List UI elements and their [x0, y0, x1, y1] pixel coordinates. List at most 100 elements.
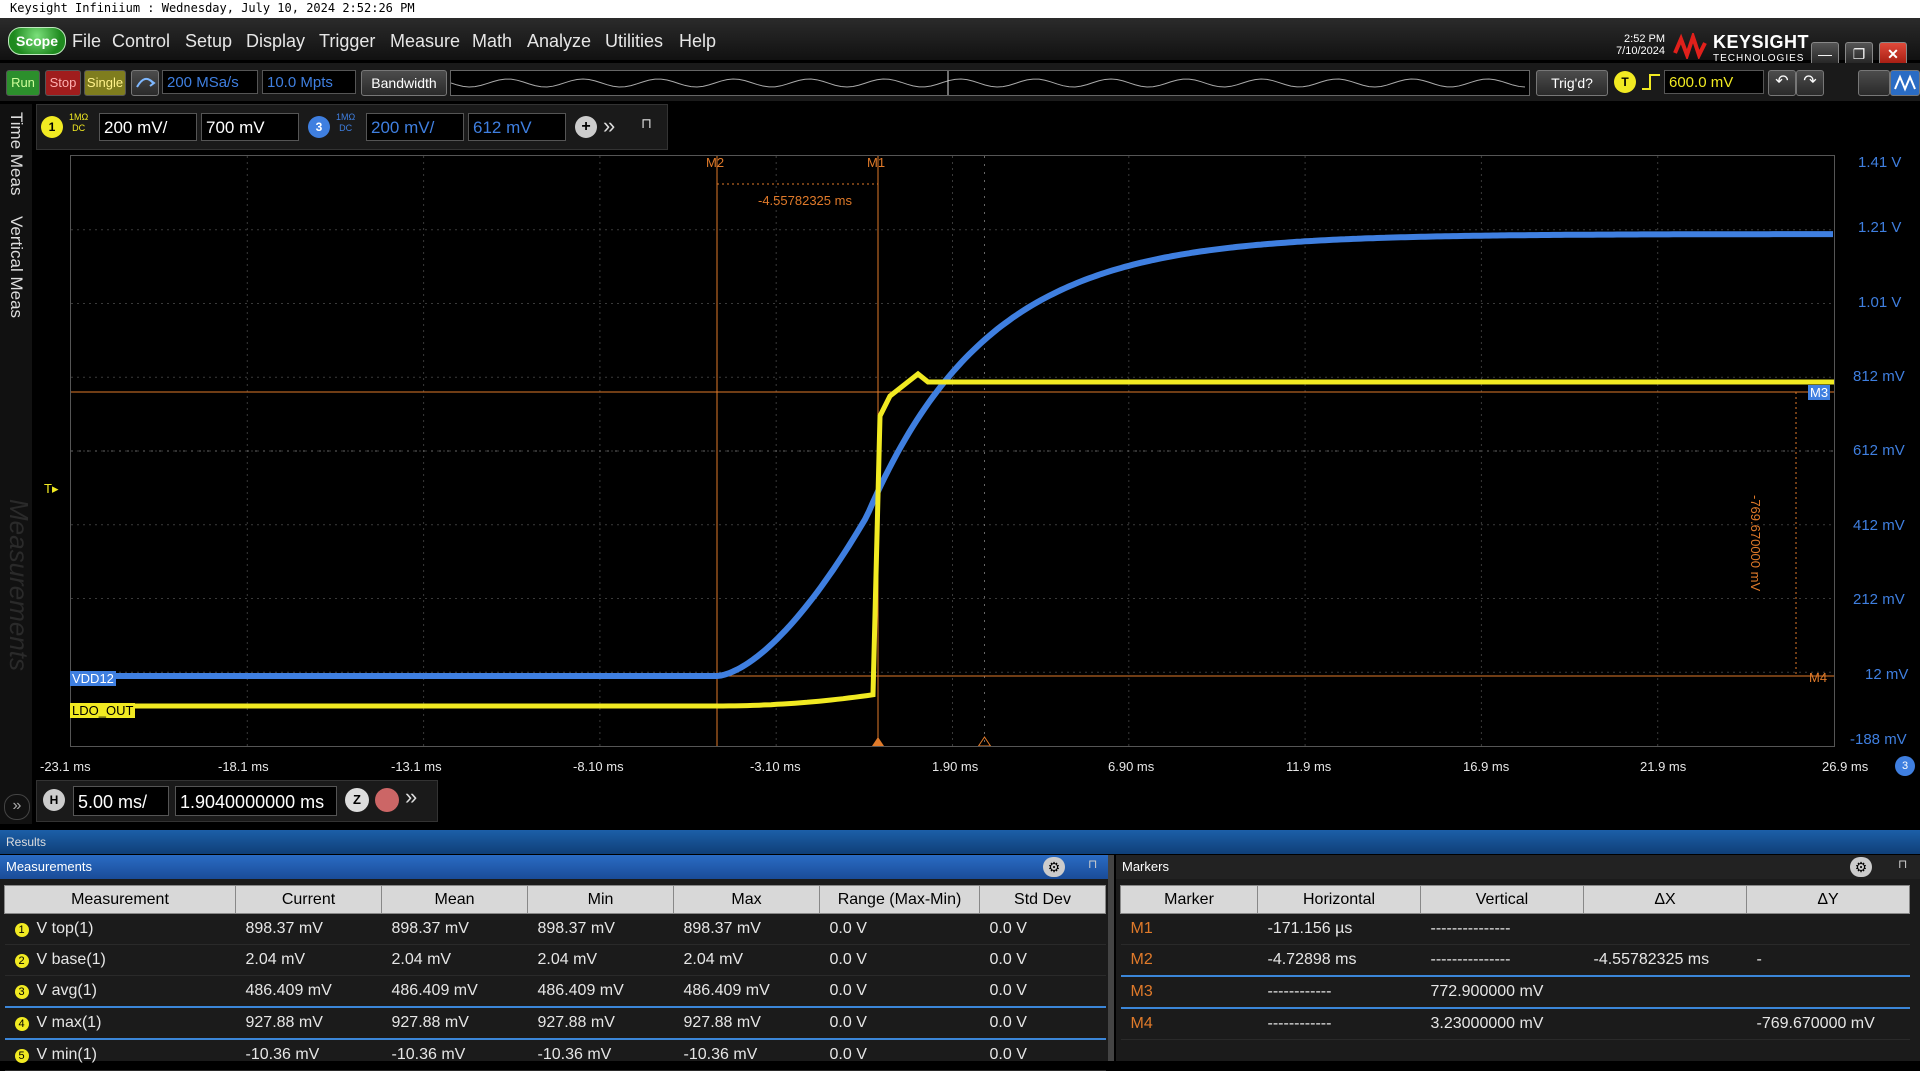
- memory-depth-field[interactable]: 10.0 Mpts: [262, 70, 356, 94]
- col-vertical[interactable]: Vertical: [1420, 885, 1584, 914]
- channel-3-offset-field[interactable]: 612 mV: [468, 113, 566, 141]
- waveform-icon[interactable]: [1890, 70, 1920, 96]
- markers-title: Markers: [1116, 855, 1920, 879]
- channel-1-offset-field[interactable]: 700 mV: [201, 113, 299, 141]
- markers-pin-icon[interactable]: ⊓: [1898, 857, 1907, 871]
- scope-logo-button[interactable]: Scope: [8, 27, 66, 55]
- measurement-range-cell: 0.0 V: [819, 1039, 980, 1071]
- marker-row[interactable]: M3 ------------ 772.900000 mV: [1120, 975, 1910, 1009]
- undo-icon[interactable]: ↶: [1768, 70, 1796, 96]
- zoom-icon[interactable]: Z: [345, 788, 369, 812]
- delta-y-readout: -769.670000 mV: [1748, 495, 1763, 592]
- menu-display[interactable]: Display: [246, 31, 305, 52]
- run-button[interactable]: Run: [6, 70, 40, 96]
- marker-m4-label[interactable]: M4: [1809, 670, 1827, 685]
- channel-1-badge[interactable]: 1: [41, 116, 63, 138]
- stop-button[interactable]: Stop: [45, 70, 81, 96]
- single-button[interactable]: Single: [84, 70, 126, 96]
- ldo-out-channel-label[interactable]: LDO_OUT: [70, 703, 136, 718]
- menu-analyze[interactable]: Analyze: [527, 31, 591, 52]
- measurement-name: V max(1): [36, 1014, 102, 1031]
- menu-trigger[interactable]: Trigger: [319, 31, 375, 52]
- col-min[interactable]: Min: [527, 885, 674, 914]
- horizontal-badge[interactable]: H: [43, 789, 65, 811]
- measurement-name-cell: 1 V top(1): [4, 913, 236, 945]
- measurement-row[interactable]: 1V top(1) 898.37 mV 898.37 mV 898.37 mV 898.…: [4, 913, 1106, 945]
- col-range[interactable]: Range (Max-Min): [819, 885, 980, 914]
- measurement-row[interactable]: 4V max(1) 927.88 mV 927.88 mV 927.88 mV 927.…: [4, 1006, 1106, 1040]
- tab-vertical-meas[interactable]: Vertical Meas: [6, 216, 26, 318]
- results-splitter[interactable]: [1108, 855, 1114, 1061]
- auto-scale-icon[interactable]: [131, 70, 159, 96]
- pin-icon[interactable]: ⊓: [641, 115, 652, 132]
- channel-1-coupling-mode: DC: [72, 123, 86, 133]
- marker-row[interactable]: M2 -4.72898 ms --------------- -4.55782325 …: [1120, 944, 1910, 977]
- menu-control[interactable]: Control: [112, 31, 170, 52]
- col-mean[interactable]: Mean: [381, 885, 528, 914]
- channel-3-badge[interactable]: 3: [308, 116, 330, 138]
- measurement-range-cell: 0.0 V: [819, 975, 980, 1008]
- waveform-overview[interactable]: [450, 70, 1530, 96]
- trigger-badge[interactable]: T: [1614, 71, 1636, 93]
- marker-name-cell: M4: [1120, 1008, 1258, 1040]
- col-horizontal[interactable]: Horizontal: [1257, 885, 1421, 914]
- clock-time: 2:52 PM: [1624, 33, 1665, 45]
- trigger-level-field[interactable]: 600.0 mV: [1664, 70, 1764, 94]
- trigger-status-button[interactable]: Trig'd?: [1536, 70, 1608, 96]
- col-delta-y[interactable]: ΔY: [1746, 885, 1910, 914]
- trigger-level-marker[interactable]: T▸: [44, 481, 58, 497]
- time-position-field[interactable]: 1.9040000000 ms: [175, 786, 337, 816]
- trigger-marker-text: T: [44, 481, 52, 496]
- results-header[interactable]: Results: [0, 830, 1920, 854]
- more-horizontal-icon[interactable]: »: [405, 784, 417, 810]
- redo-icon[interactable]: ↷: [1796, 70, 1824, 96]
- menu-measure[interactable]: Measure: [390, 31, 460, 52]
- window-mode-icon[interactable]: [1858, 70, 1890, 96]
- menu-setup[interactable]: Setup: [185, 31, 232, 52]
- channel-3-axis-badge[interactable]: 3: [1895, 756, 1915, 776]
- measurement-row[interactable]: 3V avg(1) 486.409 mV 486.409 mV 486.409 mV 4…: [4, 975, 1106, 1008]
- marker-m3-label[interactable]: M3: [1808, 385, 1831, 400]
- control-toolbar: Run Stop Single 200 MSa/s 10.0 Mpts Band…: [0, 63, 1920, 101]
- add-channel-icon[interactable]: +: [575, 116, 597, 138]
- col-std-dev[interactable]: Std Dev: [979, 885, 1106, 914]
- col-current[interactable]: Current: [235, 885, 382, 914]
- menu-math[interactable]: Math: [472, 31, 512, 52]
- menu-file[interactable]: File: [72, 31, 101, 52]
- measurement-row[interactable]: 2V base(1) 2.04 mV 2.04 mV 2.04 mV 2.04 mV 0.…: [4, 944, 1106, 976]
- measurements-pin-icon[interactable]: ⊓: [1088, 857, 1097, 871]
- more-channels-icon[interactable]: »: [603, 113, 615, 139]
- tab-time-meas[interactable]: Time Meas: [6, 112, 26, 195]
- menu-utilities[interactable]: Utilities: [605, 31, 663, 52]
- channel-3-coupling-mode: DC: [339, 123, 353, 133]
- time-scale-field[interactable]: 5.00 ms/: [73, 786, 169, 816]
- overview-wave-icon: [450, 71, 1526, 95]
- marker-row[interactable]: M1 -171.156 µs ---------------: [1120, 913, 1910, 945]
- measurement-mean-cell: 2.04 mV: [381, 944, 528, 976]
- acquisition-icon[interactable]: [375, 788, 399, 812]
- marker-m2-label[interactable]: M2: [706, 155, 724, 170]
- measurement-row[interactable]: 5V min(1) -10.36 mV -10.36 mV -10.36 mV -10.…: [4, 1039, 1106, 1071]
- measurements-settings-icon[interactable]: ⚙: [1043, 857, 1065, 877]
- waveform-graticule[interactable]: [70, 155, 1835, 747]
- expand-left-icon[interactable]: »: [4, 794, 30, 820]
- brand-logo: KEYSIGHT TECHNOLOGIES: [1713, 32, 1809, 64]
- col-max[interactable]: Max: [673, 885, 820, 914]
- measurement-name-cell: 2 V base(1): [4, 944, 236, 976]
- col-marker[interactable]: Marker: [1120, 885, 1258, 914]
- col-delta-x[interactable]: ΔX: [1583, 885, 1747, 914]
- vdd12-channel-label[interactable]: VDD12: [70, 671, 116, 686]
- measurement-number-badge: 2: [14, 954, 29, 968]
- channel-1-scale-field[interactable]: 200 mV/: [99, 113, 197, 141]
- bandwidth-button[interactable]: Bandwidth: [361, 70, 447, 96]
- rising-edge-icon[interactable]: [1640, 72, 1662, 92]
- markers-settings-icon[interactable]: ⚙: [1850, 857, 1872, 877]
- sample-rate-field[interactable]: 200 MSa/s: [162, 70, 258, 94]
- col-measurement[interactable]: Measurement: [4, 885, 236, 914]
- channel-3-scale-field[interactable]: 200 mV/: [366, 113, 464, 141]
- delta-x-readout: -4.55782325 ms: [758, 193, 852, 208]
- marker-m1-label[interactable]: M1: [867, 155, 885, 170]
- marker-row[interactable]: M4 ------------ 3.23000000 mV -769.670000 m…: [1120, 1008, 1910, 1040]
- menu-help[interactable]: Help: [679, 31, 716, 52]
- marker-vertical-cell: 3.23000000 mV: [1420, 1008, 1584, 1040]
